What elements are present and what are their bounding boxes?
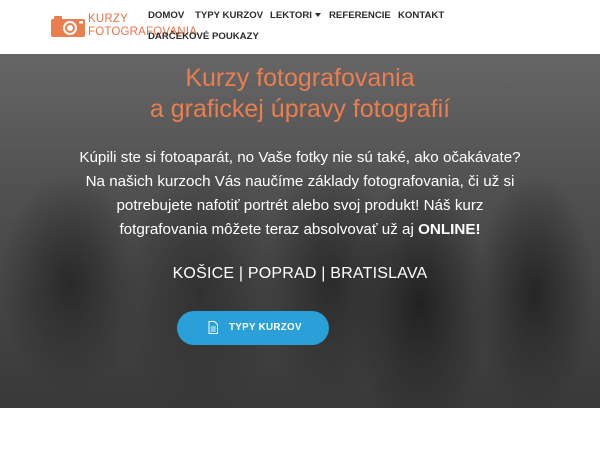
hero-desc-line-3: potrebujete nafotiť portrét alebo svoj p… <box>116 197 484 214</box>
typy-kurzov-button-label: TYPY KURZOV <box>229 322 302 333</box>
site-logo[interactable]: KURZY FOTOGRAFOVANIA <box>50 11 197 41</box>
top-navbar: KURZY FOTOGRAFOVANIA DOMOV TYPY KURZOV L… <box>0 0 600 54</box>
hero-description: Kúpili ste si fotoaparát, no Vaše fotky … <box>22 146 578 242</box>
nav-item-domov[interactable]: DOMOV <box>148 10 184 21</box>
typy-kurzov-button[interactable]: TYPY KURZOV <box>177 311 329 345</box>
nav-item-darcekove-poukazy[interactable]: DARČEKOVÉ POUKAZY <box>148 31 259 42</box>
chevron-down-icon <box>314 13 321 18</box>
nav-item-typy-kurzov[interactable]: TYPY KURZOV <box>195 10 263 21</box>
nav-item-kontakt[interactable]: KONTAKT <box>398 10 444 21</box>
nav-item-referencie[interactable]: REFERENCIE <box>329 10 391 21</box>
hero-title-line-2: a grafickej úpravy fotografií <box>149 95 451 123</box>
camera-icon <box>51 16 85 37</box>
hero-desc-line-4: fotgrafovania môžete teraz absolvovať už… <box>22 218 578 242</box>
cities-list: KOŠICE | POPRAD | BRATISLAVA <box>172 265 428 282</box>
hero-title-line-1: Kurzy fotografovania <box>185 64 415 92</box>
content-area <box>0 408 600 450</box>
hero-desc-line-4-text: fotgrafovania môžete teraz absolvovať už… <box>119 221 414 238</box>
hero-desc-line-2: Na našich kurzoch Vás naučíme základy fo… <box>85 173 515 190</box>
nav-item-lektori[interactable]: LEKTORI <box>270 10 321 21</box>
nav-item-lektori-label: LEKTORI <box>270 10 312 21</box>
hero-section: Kurzy fotografovania a grafickej úpravy … <box>0 54 600 408</box>
hero-desc-line-1: Kúpili ste si fotoaparát, no Vaše fotky … <box>79 149 521 166</box>
document-icon <box>208 321 218 334</box>
online-highlight: ONLINE! <box>418 221 481 238</box>
